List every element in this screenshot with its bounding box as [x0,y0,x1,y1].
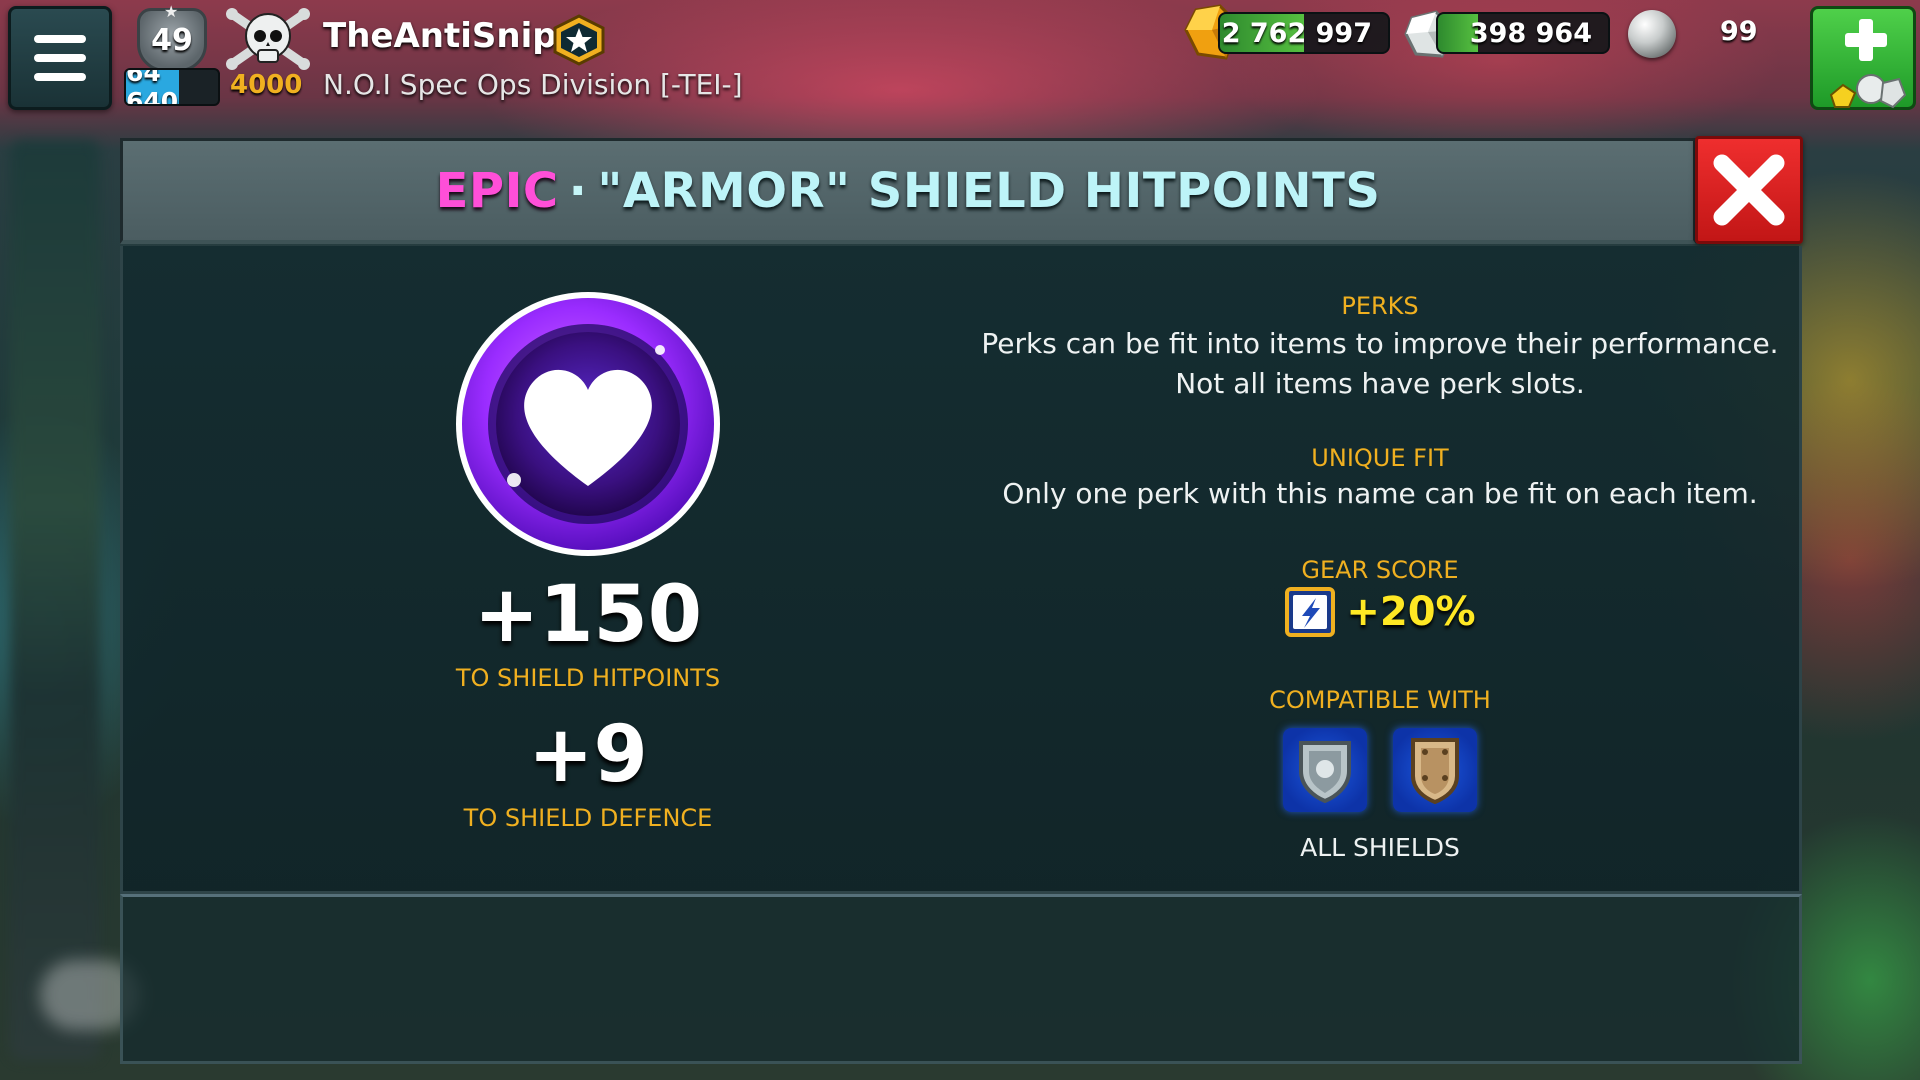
unique-fit-description: Only one perk with this name can be fit … [1002,477,1758,510]
pearl-count[interactable]: 99 [1720,16,1758,47]
pearl-icon [1628,10,1676,58]
heart-perk-orb-icon [456,292,720,556]
rank-star-badge-icon [553,14,605,66]
xp-bar: 64 640 [124,68,220,106]
guild-name[interactable]: N.O.I Spec Ops Division [-TEI-] [323,68,743,101]
gem-pile-icon [1829,74,1907,109]
compatible-section: COMPATIBLE WITH [980,686,1780,714]
close-icon [1713,154,1785,226]
round-shield-shape [1299,741,1351,803]
xp-value: 64 640 [126,68,179,106]
shield-hitpoints-label: TO SHIELD HITPOINTS [455,664,721,692]
shield-defence-value: +9 [528,710,648,800]
gem-counter[interactable]: 398 964 [1436,12,1610,54]
perk-rarity: EPIC [435,162,559,219]
level-star-icon: ★ [164,2,179,21]
close-button[interactable] [1695,136,1803,244]
perk-modal-header: EPIC · "ARMOR" SHIELD HITPOINTS [120,138,1696,244]
gear-score-icon [1285,587,1336,637]
gear-score-section: GEAR SCORE [980,556,1780,584]
compatible-items [980,728,1780,812]
trophy-count: 4000 [230,70,303,100]
shield-hitpoints-value: +150 [473,570,703,660]
skull-crossbones-icon [226,8,310,70]
gear-score-value: +20% [1346,589,1476,635]
shop-add-currency-button[interactable] [1810,6,1916,110]
compatible-heading: COMPATIBLE WITH [1269,686,1491,714]
gold-value: 2 762 997 [1221,17,1372,49]
unique-fit-heading: UNIQUE FIT [1311,444,1449,472]
gold-counter[interactable]: 2 762 997 [1218,12,1390,54]
main-menu-button[interactable] [8,6,112,110]
title-separator: · [568,162,588,219]
perk-modal-footer [120,894,1802,1064]
menu-line [34,35,86,43]
perks-heading: PERKS [1341,292,1419,320]
gear-score-heading: GEAR SCORE [1301,556,1459,584]
perk-name: "ARMOR" SHIELD HITPOINTS [597,162,1381,219]
modal-title: EPIC · "ARMOR" SHIELD HITPOINTS [436,163,1381,219]
shield-defence-label: TO SHIELD DEFENCE [463,804,713,832]
round-shield-icon[interactable] [1283,728,1367,812]
tower-shield-shape [1411,738,1459,804]
compatible-label: ALL SHIELDS [1300,833,1460,862]
player-name[interactable]: TheAntiSnipe [323,16,580,56]
perks-description: Perks can be fit into items to improve t… [981,327,1779,400]
menu-line [34,73,86,81]
perks-section: PERKS Perks can be fit into items to imp… [980,292,1780,404]
unique-fit-section: UNIQUE FIT Only one perk with this name … [980,444,1780,514]
plus-icon-bar [1845,33,1887,47]
compatible-label-section: ALL SHIELDS [980,828,1780,868]
blurred-side-menu [10,140,100,1060]
gear-score-row: +20% [980,586,1780,638]
player-level: 49 [151,22,193,58]
gem-value: 398 964 [1469,17,1592,49]
menu-line [34,54,86,62]
tower-shield-icon[interactable] [1393,728,1477,812]
